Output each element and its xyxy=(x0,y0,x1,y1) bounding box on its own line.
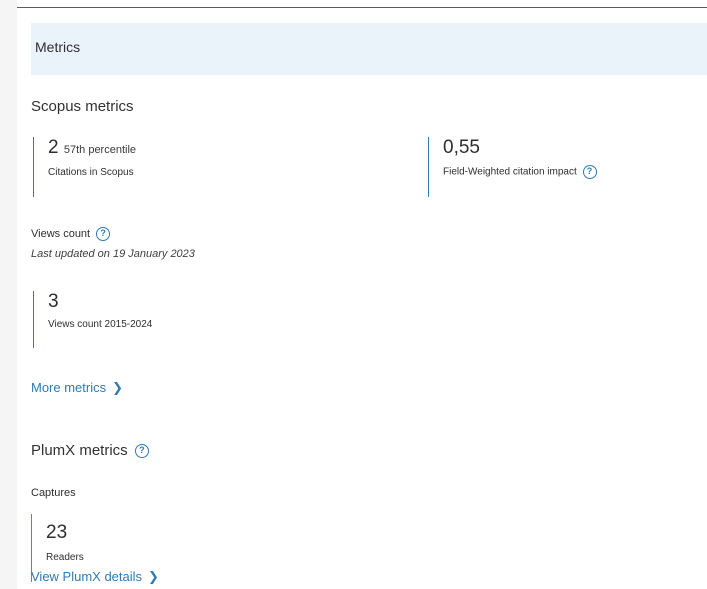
chevron-right-icon: ❯ xyxy=(148,569,159,584)
views-label: Views count 2015-2024 xyxy=(48,319,153,330)
citations-value-row: 2 57th percentile xyxy=(48,137,136,161)
view-plumx-details-label: View PlumX details xyxy=(31,569,143,584)
more-metrics-label: More metrics xyxy=(31,380,107,395)
views-metric: 3 Views count 2015-2024 xyxy=(33,291,152,348)
views-count-title-row: Views count ? xyxy=(31,227,111,241)
metrics-header: Metrics xyxy=(31,23,707,75)
question-circle-icon[interactable]: ? xyxy=(96,227,111,241)
more-metrics-link[interactable]: More metrics ❯ xyxy=(31,380,123,396)
question-circle-icon[interactable]: ? xyxy=(582,165,597,179)
citations-metric: 2 57th percentile Citations in Scopus xyxy=(33,137,136,197)
view-plumx-details-link[interactable]: View PlumX details ❯ xyxy=(31,569,159,585)
citations-label: Citations in Scopus xyxy=(48,167,134,178)
citations-value: 2 xyxy=(48,137,59,158)
readers-value: 23 xyxy=(46,522,68,543)
left-gutter xyxy=(0,0,17,589)
fwci-value: 0,55 xyxy=(443,137,480,158)
question-circle-icon[interactable]: ? xyxy=(134,444,149,459)
metrics-header-title: Metrics xyxy=(35,39,81,55)
fwci-label: Field-Weighted citation impact xyxy=(443,166,577,178)
metrics-panel: Metrics Scopus metrics 2 57th percentile… xyxy=(17,8,707,589)
fwci-metric: 0,55 Field-Weighted citation impact ? xyxy=(428,137,597,197)
fwci-label-row: Field-Weighted citation impact ? xyxy=(443,165,597,179)
chevron-right-icon: ❯ xyxy=(112,380,124,395)
readers-label: Readers xyxy=(46,552,84,563)
captures-title: Captures xyxy=(31,487,76,499)
views-value: 3 xyxy=(48,291,59,312)
page: Metrics Scopus metrics 2 57th percentile… xyxy=(0,0,707,589)
views-last-updated: Last updated on 19 January 2023 xyxy=(31,248,195,260)
views-count-title: Views count xyxy=(31,227,91,240)
citations-percentile: 57th percentile xyxy=(63,144,137,156)
plumx-metrics-title: PlumX metrics xyxy=(31,442,128,459)
plumx-title-row: PlumX metrics ? xyxy=(31,442,149,459)
scopus-metrics-title: Scopus metrics xyxy=(31,98,134,115)
